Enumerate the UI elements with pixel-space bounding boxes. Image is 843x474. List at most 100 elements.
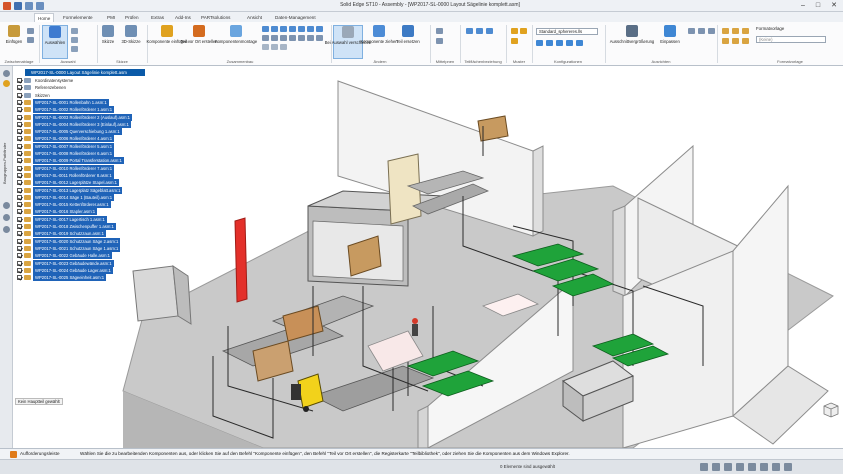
- visibility-checkbox[interactable]: [17, 121, 22, 127]
- tree-row[interactable]: WP2017-SL-0011 Rollenförderer 8.asm:1: [15, 171, 195, 179]
- midplane-icon[interactable]: [436, 28, 443, 34]
- axial-icon[interactable]: [289, 26, 296, 32]
- prompt-bar-icon[interactable]: [10, 451, 17, 458]
- align-icon[interactable]: [280, 26, 287, 32]
- tangent-icon[interactable]: [262, 35, 269, 41]
- tree-row[interactable]: WP2017-SL-0021 Schutzzaun Säge 1.asm:1: [15, 244, 195, 252]
- display-style-icon[interactable]: [760, 463, 768, 471]
- select-box-icon[interactable]: [71, 37, 78, 43]
- midplane-2-icon[interactable]: [436, 38, 443, 44]
- views-tab-icon[interactable]: [3, 226, 10, 233]
- config-explode-icon[interactable]: [556, 40, 563, 46]
- select-all-icon[interactable]: [71, 46, 78, 52]
- visibility-checkbox[interactable]: [17, 231, 22, 237]
- minimize-button[interactable]: –: [796, 1, 810, 11]
- view-iso-icon[interactable]: [732, 28, 739, 34]
- rotate-icon[interactable]: [708, 28, 715, 34]
- visibility-checkbox[interactable]: [17, 151, 22, 156]
- tree-row[interactable]: WP2017-SL-0010 Rollenförderer 7.asm:1: [15, 164, 195, 172]
- config-save-icon[interactable]: [536, 40, 543, 46]
- tab-home[interactable]: Home: [34, 13, 55, 22]
- tree-row[interactable]: WP2017-SL-0023 Gebäudewände.asm:1: [15, 259, 195, 267]
- search-icon[interactable]: [784, 463, 792, 471]
- view-orientation-icon[interactable]: [772, 463, 780, 471]
- tree-row[interactable]: WP2017-SL-0009 Portal Transferstation.as…: [15, 157, 195, 165]
- config-apply-icon[interactable]: [546, 40, 553, 46]
- visibility-checkbox[interactable]: [17, 238, 22, 244]
- tree-root[interactable]: WP2017-SL-0000 Layout Sägelinie komplett…: [25, 69, 145, 76]
- rotate-view-icon[interactable]: [748, 463, 756, 471]
- component-assembly-button[interactable]: Komponentenmontage: [215, 25, 257, 59]
- tree-row[interactable]: WP2017-SL-0004 Rollenförderer 3 (Einlauf…: [15, 120, 195, 128]
- 3d-sketch-button[interactable]: 3D-Skizze: [119, 25, 143, 59]
- visibility-checkbox[interactable]: [17, 275, 22, 281]
- visibility-checkbox[interactable]: [17, 180, 22, 186]
- tree-row[interactable]: Koordinatensysteme: [15, 77, 195, 84]
- connect-icon[interactable]: [307, 26, 314, 32]
- config-zone-icon[interactable]: [576, 40, 583, 46]
- select-button[interactable]: Auswählen: [42, 25, 68, 59]
- rigid-icon[interactable]: [316, 35, 323, 41]
- tree-row[interactable]: WP2017-SL-0002 Rollenförderer 1.asm:1: [15, 106, 195, 114]
- cut-icon[interactable]: [27, 28, 34, 34]
- gear-icon[interactable]: [280, 35, 287, 41]
- tree-row[interactable]: WP2017-SL-0024 Gebäude Lager.asm:1: [15, 266, 195, 274]
- tree-row[interactable]: WP2017-SL-0008 Rollenförderer 6.asm:1: [15, 150, 195, 157]
- zoom-icon[interactable]: [688, 28, 695, 34]
- tree-row[interactable]: WP2017-SL-0005 Querverschiebung 1.asm:1: [15, 128, 195, 136]
- visibility-checkbox[interactable]: [17, 143, 22, 149]
- view-right-icon[interactable]: [742, 38, 749, 44]
- visibility-checkbox[interactable]: [17, 158, 22, 164]
- visibility-checkbox[interactable]: [17, 245, 22, 251]
- tree-row[interactable]: WP2017-SL-0018 Zwischenpuffer 1.asm:1: [15, 223, 195, 230]
- tree-row[interactable]: WP2017-SL-0001 Rollenbahn 1.asm:1: [15, 98, 195, 106]
- parallel-icon[interactable]: [289, 35, 296, 41]
- tab-add-ins[interactable]: Add-Ins: [172, 13, 194, 22]
- angle-icon[interactable]: [316, 26, 323, 32]
- tab-pmi[interactable]: PMI: [104, 13, 118, 22]
- maximize-button[interactable]: □: [811, 1, 825, 11]
- visibility-checkbox[interactable]: [17, 267, 22, 273]
- select-filter-icon[interactable]: [71, 28, 78, 34]
- insert-relation-icon[interactable]: [298, 26, 305, 32]
- sketch-button[interactable]: Skizze: [99, 25, 117, 59]
- tab-formelemente[interactable]: Formelemente: [60, 13, 96, 22]
- relationship-icon[interactable]: [262, 26, 269, 32]
- replace-part-button[interactable]: Teil ersetzen: [395, 25, 421, 59]
- tree-row[interactable]: Skizzen: [15, 92, 195, 99]
- cam-icon[interactable]: [271, 35, 278, 41]
- tree-row[interactable]: WP2017-SL-0003 Rollenförderer 2 (Auslauf…: [15, 113, 195, 121]
- config-display-icon[interactable]: [566, 40, 573, 46]
- visibility-checkbox[interactable]: [17, 224, 22, 229]
- zoom-area-button[interactable]: Ausschnittvergrößerung: [608, 25, 656, 59]
- tree-row[interactable]: WP2017-SL-0016 Stapler.asm:1: [15, 208, 195, 216]
- sensors-tab-icon[interactable]: [3, 214, 10, 221]
- visibility-checkbox[interactable]: [17, 260, 22, 266]
- tree-row[interactable]: WP2017-SL-0025 Sägeeinheit.asm:1: [15, 274, 195, 282]
- visibility-checkbox[interactable]: [17, 253, 22, 259]
- copy-icon[interactable]: [27, 37, 34, 43]
- visibility-checkbox[interactable]: [17, 202, 22, 208]
- tree-row[interactable]: WP2017-SL-0020 Schutzzaun Säge 2.asm:1: [15, 237, 195, 245]
- 3d-viewport[interactable]: WP2017-SL-0000 Layout Sägelinie komplett…: [13, 66, 843, 448]
- paste-button[interactable]: Einfügen: [3, 25, 25, 59]
- view-top-icon[interactable]: [722, 38, 729, 44]
- pathfinder-tab-icon[interactable]: [3, 70, 10, 77]
- tab-pruefen[interactable]: Prüfen: [122, 13, 142, 22]
- tree-row[interactable]: Referenzebenen: [15, 84, 195, 91]
- pathfinder-tab[interactable]: Baugruppen-Pathfinder: [2, 143, 10, 184]
- configuration-combo[interactable]: Standard_sphereres.lls: [536, 28, 598, 35]
- insert-component-button[interactable]: Komponente einfügen: [147, 25, 188, 59]
- visibility-checkbox[interactable]: [17, 209, 22, 215]
- tab-extras[interactable]: Extras: [148, 13, 167, 22]
- face-relate-3-icon[interactable]: [486, 28, 493, 34]
- visibility-checkbox[interactable]: [17, 92, 22, 98]
- match-coordinates-icon[interactable]: [262, 44, 269, 50]
- close-button[interactable]: ✕: [827, 1, 841, 11]
- visibility-checkbox[interactable]: [17, 99, 22, 105]
- visibility-checkbox[interactable]: [17, 136, 22, 142]
- save-icon[interactable]: [14, 2, 22, 10]
- move-on-select-button[interactable]: Bei Auswahl verschieben: [325, 25, 371, 59]
- tree-row[interactable]: WP2017-SL-0022 Gebäude Halle.asm:1: [15, 252, 195, 260]
- tab-partsolutions[interactable]: PARTsolutions: [198, 13, 233, 22]
